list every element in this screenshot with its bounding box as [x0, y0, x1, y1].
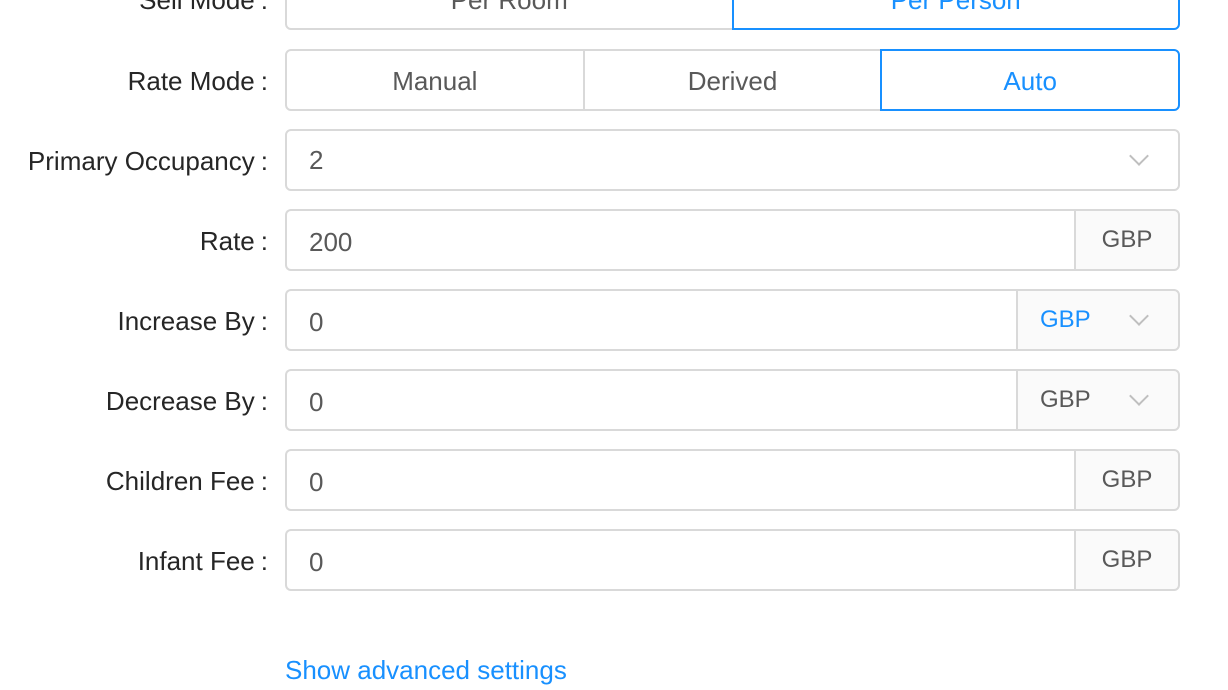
infant-fee-input-group: 0 GBP [285, 529, 1180, 591]
decrease-by-row: Decrease By: 0 GBP [0, 369, 1228, 433]
rate-row: Rate: 200 GBP [0, 209, 1228, 273]
infant-fee-currency-addon: GBP [1074, 529, 1180, 591]
rate-currency-addon: GBP [1074, 209, 1180, 271]
decrease-by-label: Decrease By: [105, 386, 268, 416]
decrease-by-input[interactable]: 0 [285, 369, 1016, 431]
rate-input-group: 200 GBP [285, 209, 1180, 271]
children-fee-row: Children Fee: 0 GBP [0, 449, 1228, 513]
sell-mode-label: Sell Mode: [139, 0, 268, 15]
increase-by-label: Increase By: [117, 306, 268, 336]
show-advanced-settings-link[interactable]: Show advanced settings [285, 650, 567, 690]
primary-occupancy-row: Primary Occupancy: 2 [0, 129, 1228, 193]
primary-occupancy-label: Primary Occupancy: [27, 146, 268, 176]
sell-mode-option-per-room[interactable]: Per Room [285, 0, 734, 30]
increase-by-input[interactable]: 0 [285, 289, 1016, 351]
children-fee-input[interactable]: 0 [285, 449, 1074, 511]
infant-fee-label: Infant Fee: [137, 546, 268, 576]
increase-by-unit-select[interactable]: GBP [1016, 289, 1180, 351]
sell-mode-row: Sell Mode: Per Room Per Person [0, 0, 1228, 32]
decrease-by-unit-value: GBP [1040, 386, 1091, 413]
rate-label: Rate: [199, 226, 268, 256]
primary-occupancy-value: 2 [309, 145, 324, 175]
chevron-down-icon [1129, 306, 1149, 326]
chevron-down-icon [1129, 146, 1149, 166]
primary-occupancy-select[interactable]: 2 [285, 129, 1180, 191]
children-fee-input-group: 0 GBP [285, 449, 1180, 511]
sell-mode-option-per-person[interactable]: Per Person [731, 0, 1180, 30]
decrease-by-unit-select[interactable]: GBP [1016, 369, 1180, 431]
rate-mode-label: Rate Mode: [127, 66, 268, 96]
sell-mode-radio-group: Per Room Per Person [285, 0, 1180, 30]
infant-fee-input[interactable]: 0 [285, 529, 1074, 591]
children-fee-currency-addon: GBP [1074, 449, 1180, 511]
rate-input[interactable]: 200 [285, 209, 1074, 271]
rate-mode-radio-group: Manual Derived Auto [285, 49, 1181, 111]
decrease-by-input-group: 0 GBP [285, 369, 1180, 431]
rate-mode-row: Rate Mode: Manual Derived Auto [0, 49, 1228, 113]
children-fee-label: Children Fee: [105, 466, 268, 496]
increase-by-input-group: 0 GBP [285, 289, 1180, 351]
rate-mode-option-derived[interactable]: Derived [582, 49, 883, 111]
infant-fee-row: Infant Fee: 0 GBP [0, 529, 1228, 593]
rate-mode-option-manual[interactable]: Manual [285, 49, 585, 111]
increase-by-row: Increase By: 0 GBP [0, 289, 1228, 353]
increase-by-unit-value: GBP [1040, 306, 1091, 333]
rate-mode-option-auto[interactable]: Auto [880, 49, 1181, 111]
chevron-down-icon [1129, 386, 1149, 406]
